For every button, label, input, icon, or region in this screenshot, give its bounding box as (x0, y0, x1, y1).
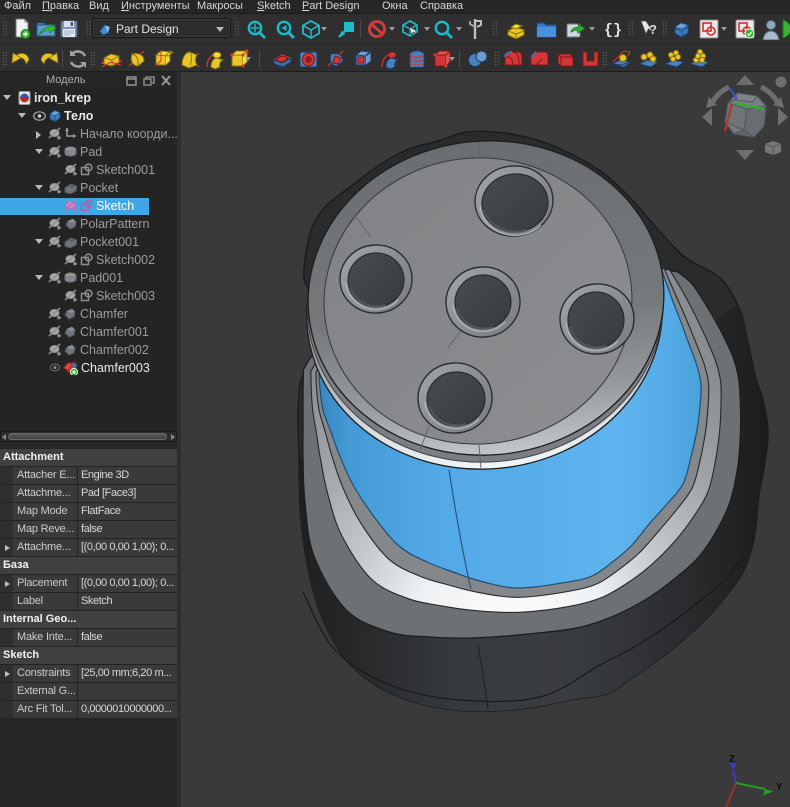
svg-text:{}: {} (604, 22, 622, 38)
svg-text:?: ? (649, 22, 657, 37)
svg-text:Z: Z (729, 754, 735, 765)
svg-text:Y: Y (776, 782, 783, 793)
